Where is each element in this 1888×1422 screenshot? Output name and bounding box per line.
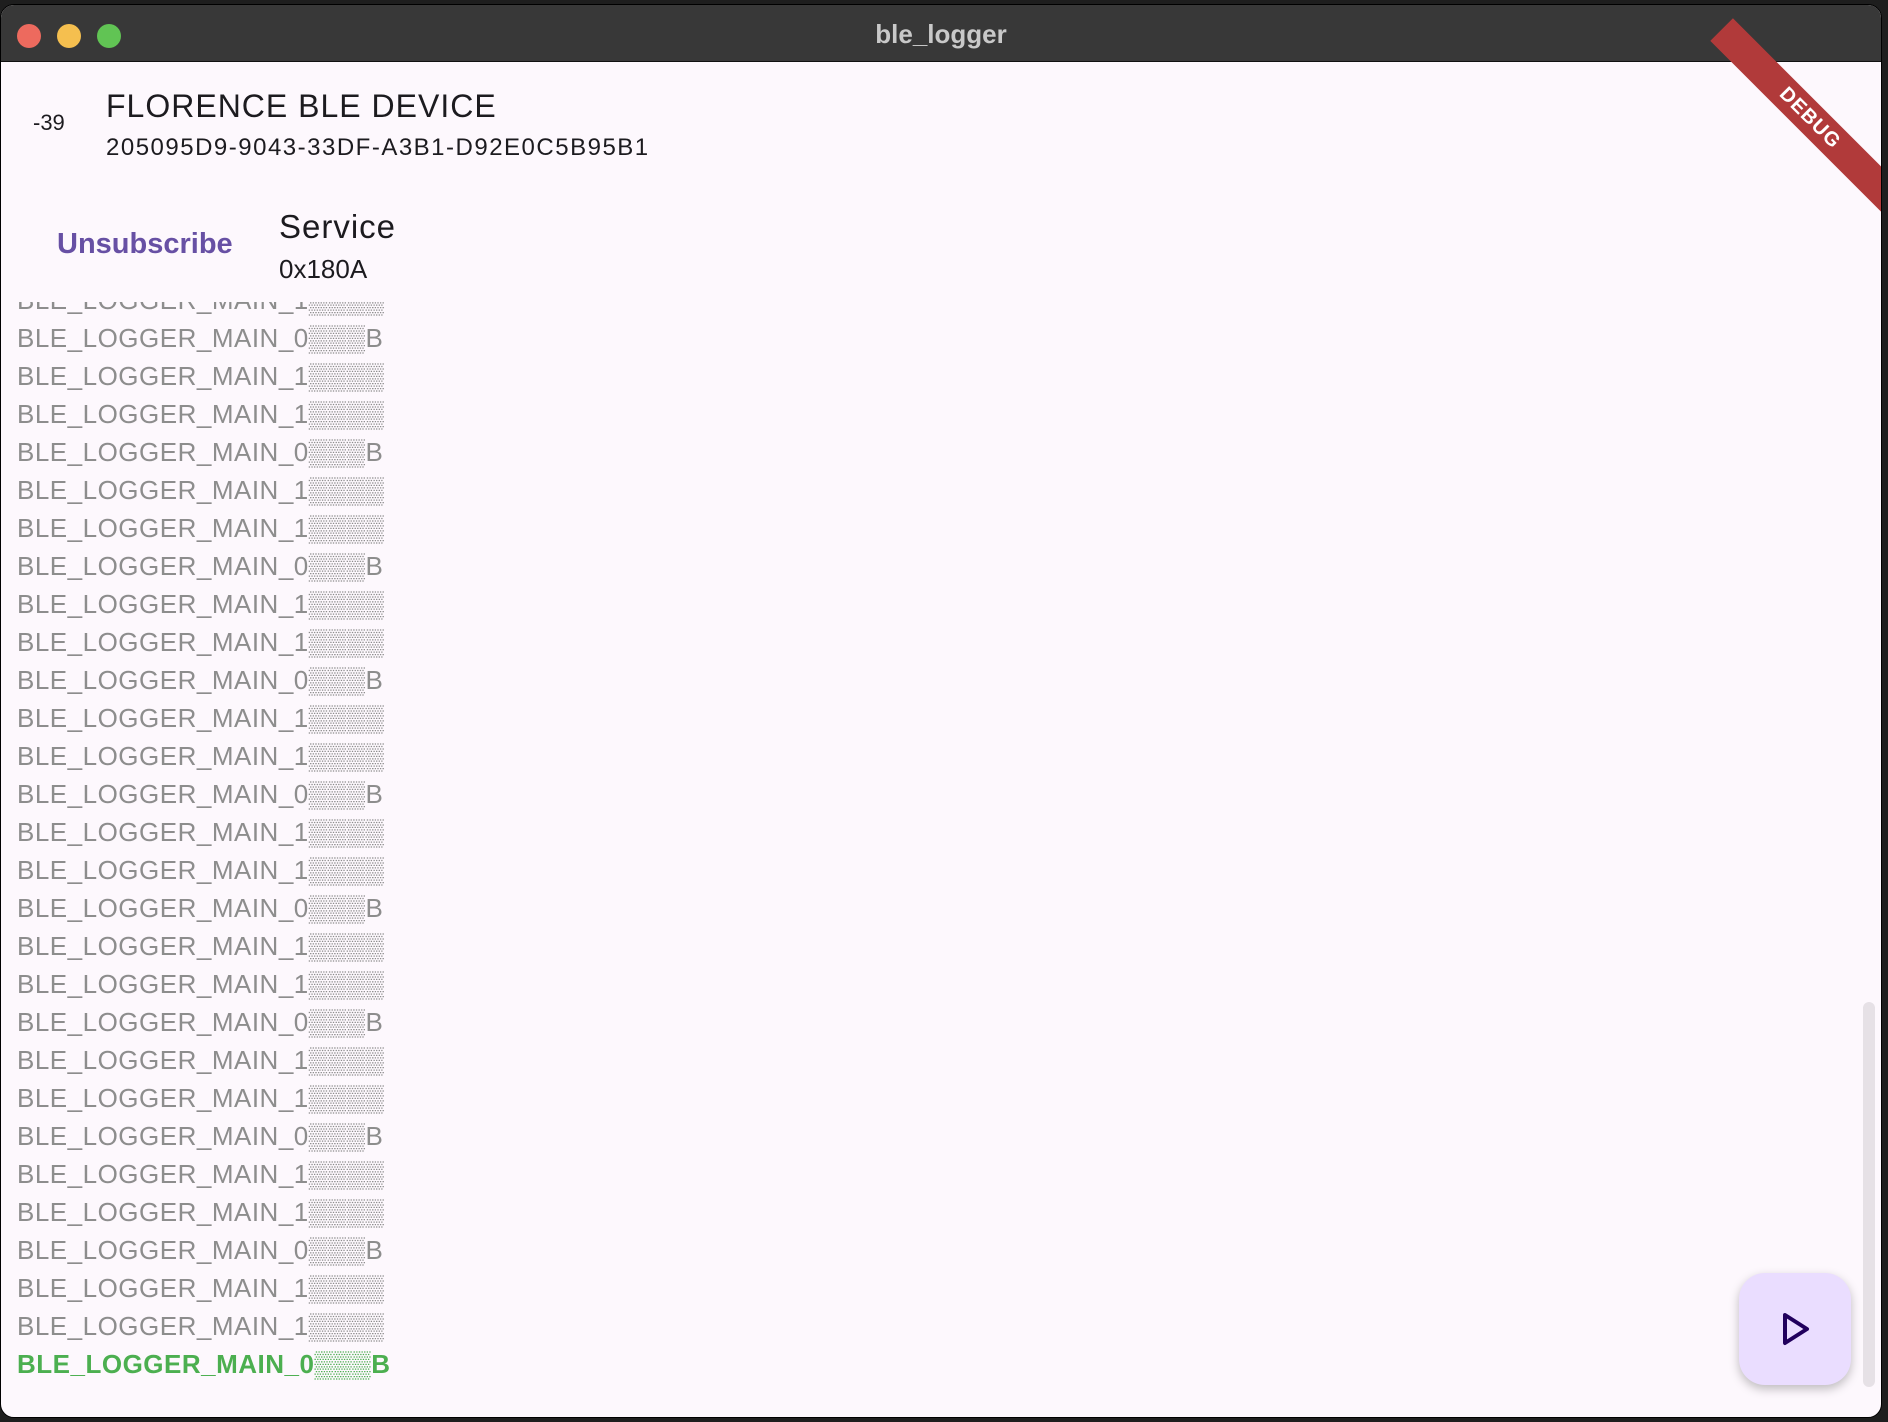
service-title: Service <box>279 208 397 245</box>
rssi-value: -39 <box>33 110 65 135</box>
log-line: BLE_LOGGER_MAIN_1▒▒▒▒ <box>17 817 385 847</box>
app-window: ble_logger -39 FLORENCE BLE DEVICE 20509… <box>0 4 1882 1418</box>
log-line: BLE_LOGGER_MAIN_1▒▒▒▒ <box>17 475 385 505</box>
log-line: BLE_LOGGER_MAIN_0▒▒▒B <box>17 1007 384 1037</box>
log-line: BLE_LOGGER_MAIN_0▒▒▒B <box>17 665 384 695</box>
service-uuid: 0x180A <box>279 254 368 284</box>
log-line: BLE_LOGGER_MAIN_0▒▒▒B <box>17 323 384 353</box>
unsubscribe-button[interactable]: Unsubscribe <box>41 222 249 267</box>
log-line: BLE_LOGGER_MAIN_1▒▒▒▒ <box>17 703 385 733</box>
log-line: BLE_LOGGER_MAIN_0▒▒▒B <box>17 551 384 581</box>
log-line: BLE_LOGGER_MAIN_1▒▒▒▒ <box>17 399 385 429</box>
log-line: BLE_LOGGER_MAIN_1▒▒▒▒ <box>17 627 385 657</box>
device-name: FLORENCE BLE DEVICE <box>106 88 497 124</box>
log-line: BLE_LOGGER_MAIN_1▒▒▒▒ <box>17 1273 385 1303</box>
log-line: BLE_LOGGER_MAIN_1▒▒▒▒ <box>17 969 385 999</box>
play-icon <box>1783 1313 1809 1345</box>
log-line: BLE_LOGGER_MAIN_1▒▒▒▒ <box>17 513 385 543</box>
log-line: BLE_LOGGER_MAIN_1▒▒▒▒ <box>17 302 390 319</box>
log-line: BLE_LOGGER_MAIN_1▒▒▒▒ <box>17 741 385 771</box>
log-line: BLE_LOGGER_MAIN_1▒▒▒▒ <box>17 1083 385 1113</box>
log-line: BLE_LOGGER_MAIN_1▒▒▒▒ <box>17 589 385 619</box>
log-line: BLE_LOGGER_MAIN_1▒▒▒▒ <box>17 855 385 885</box>
window-title: ble_logger <box>875 19 1007 49</box>
log-line: BLE_LOGGER_MAIN_0▒▒▒B <box>17 1235 384 1265</box>
log-line: BLE_LOGGER_MAIN_1▒▒▒▒ <box>17 1045 385 1075</box>
log-line: BLE_LOGGER_MAIN_1▒▒▒▒ <box>17 1311 385 1341</box>
log-line-current: BLE_LOGGER_MAIN_0▒▒▒B <box>17 1349 391 1379</box>
log-line: BLE_LOGGER_MAIN_0▒▒▒B <box>17 779 384 809</box>
log-lines: BLE_LOGGER_MAIN_1▒▒▒▒ BLE_LOGGER_MAIN_0▒▒… <box>17 302 390 1383</box>
title-bar[interactable]: ble_logger <box>1 5 1881 62</box>
device-id: 205095D9-9043-33DF-A3B1-D92E0C5B95B1 <box>106 134 650 161</box>
play-button[interactable] <box>1739 1273 1851 1385</box>
log-line: BLE_LOGGER_MAIN_1▒▒▒▒ <box>17 1159 385 1189</box>
log-line: BLE_LOGGER_MAIN_1▒▒▒▒ <box>17 931 385 961</box>
log-list[interactable]: BLE_LOGGER_MAIN_1▒▒▒▒ BLE_LOGGER_MAIN_0▒▒… <box>1 302 1861 1417</box>
scrollbar[interactable] <box>1863 1002 1875 1387</box>
log-line: BLE_LOGGER_MAIN_0▒▒▒B <box>17 437 384 467</box>
log-line: BLE_LOGGER_MAIN_0▒▒▒B <box>17 893 384 923</box>
log-line: BLE_LOGGER_MAIN_0▒▒▒B <box>17 1121 384 1151</box>
log-line: BLE_LOGGER_MAIN_1▒▒▒▒ <box>17 1197 385 1227</box>
main-content: -39 FLORENCE BLE DEVICE 205095D9-9043-33… <box>1 18 1881 1417</box>
log-line: BLE_LOGGER_MAIN_1▒▒▒▒ <box>17 361 385 391</box>
